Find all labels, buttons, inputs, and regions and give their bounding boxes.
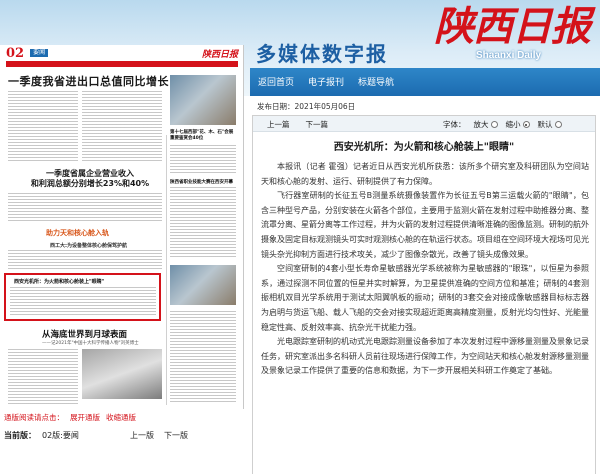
thumb-red-banner (6, 61, 238, 67)
article-nav: 上一篇 下一篇 (267, 119, 328, 130)
site-title: 多媒体数字报 (256, 42, 388, 66)
thumb-headline-bottom[interactable]: 从海底世界到月球表面 (42, 328, 127, 340)
current-page-value: 02版:要闻 (42, 431, 79, 440)
full-page-controls: 通版阅读请点击： 展开通版 收缩通版 (4, 412, 136, 423)
thumb-text-block (8, 91, 78, 161)
article-paragraph: 空间室研制的4套小型长寿命星敏感器光学系统被称为星敏感器的"眼珠"，以恒星为参照… (261, 264, 589, 332)
font-larger-radio[interactable] (490, 121, 498, 128)
nav-epaper-link[interactable]: 电子报刊 (308, 74, 358, 92)
article-panel: 上一篇 下一篇 字体： 放大 缩小 默认 西安光机所：为火箭和核心舱装上"眼睛"… (252, 115, 596, 474)
font-default-radio[interactable] (554, 121, 562, 128)
font-size-label: 字体： (443, 120, 466, 129)
nav-home-link[interactable]: 返回首页 (258, 74, 308, 92)
newspaper-logo[interactable]: 陕西日报 Shaanxi Daily (428, 4, 596, 62)
article-paragraph: 飞行器室研制的长征五号B测量系统摄像装置作为长征五号B第三运载火箭的"眼睛"，包… (261, 191, 589, 259)
page-nav: 上一版 下一版 (130, 430, 188, 441)
thumb-text-block (8, 349, 78, 405)
thumb-text-block (10, 287, 156, 317)
thumb-text-block (170, 145, 236, 173)
prev-article-link[interactable]: 上一篇 (267, 119, 290, 130)
thumb-photo (82, 349, 162, 399)
logo-chinese: 陕西日报 (434, 3, 591, 50)
thumb-side-title[interactable]: 陕西省职业技能大赛在西安开幕 (170, 179, 233, 185)
current-page-info: 当前版： 02版:要闻 (4, 430, 79, 441)
article-paragraph: 光电跟踪室研制的机动式光电跟踪测量设备参加了本次发射过程中源移量测量及景象记录任… (261, 337, 589, 376)
publish-date: 发布日期：2021年05月06日 (257, 101, 355, 112)
thumb-feature-title[interactable]: 助力天和核心舱入轨 (46, 228, 109, 238)
article-toolbar: 上一篇 下一篇 字体： 放大 缩小 默认 (253, 116, 595, 132)
expand-page-link[interactable]: 展开通版 (70, 412, 100, 423)
thumb-text-block (170, 187, 236, 257)
thumb-column-rule (166, 135, 167, 405)
thumb-photo (170, 265, 236, 305)
collapse-page-link[interactable]: 收缩通版 (106, 412, 136, 423)
font-option-smaller-label: 缩小 (505, 120, 521, 129)
next-page-link[interactable]: 下一版 (164, 430, 188, 441)
next-article-link[interactable]: 下一篇 (306, 119, 329, 130)
thumb-logo: 陕西日报 (201, 49, 238, 60)
font-option-default[interactable]: 默认 (538, 119, 562, 130)
article-body: 本报讯（记者 霍强）记者近日从西安光机所获悉：该所多个研究室及科研团队为空间站天… (261, 160, 589, 379)
logo-english: Shaanxi Daily (476, 50, 542, 61)
thumb-headline-sub[interactable]: 一季度省属企业营业收入 和利润总额分别增长23%和40% (20, 169, 160, 189)
nav-title-nav-link[interactable]: 标题导航 (358, 74, 408, 92)
current-page-label: 当前版： (4, 431, 36, 440)
full-page-label: 通版阅读请点击： (4, 413, 64, 422)
thumb-text-block (8, 193, 162, 223)
font-size-control: 字体： 放大 缩小 默认 (443, 119, 562, 130)
font-option-smaller[interactable]: 缩小 (506, 119, 530, 130)
thumb-section-label: 要闻 (30, 49, 49, 57)
main-nav: 返回首页 电子报刊 标题导航 (258, 74, 408, 92)
thumb-feature-sub: 西工大:为设备整体核心舱保驾护航 (50, 243, 128, 249)
prev-page-link[interactable]: 上一版 (130, 430, 154, 441)
thumb-text-block (82, 91, 162, 161)
page-thumbnail[interactable]: 02 要闻 陕西日报 一季度我省进出口总值同比增长13.4% 第十七届西部"花、… (0, 45, 244, 409)
publish-date-value: 2021年05月06日 (294, 102, 356, 111)
article-paragraph: 本报讯（记者 霍强）记者近日从西安光机所获悉：该所多个研究室及科研团队为空间站天… (261, 162, 589, 186)
thumb-highlight-title[interactable]: 西安光机所：为火箭和核心舱装上"眼睛" (14, 278, 104, 285)
thumb-page-number: 02 (6, 45, 25, 61)
thumb-headline-bottom-sub: ——记2021年"中国十大科学传播人物"刘英博士 (42, 341, 139, 346)
thumb-photo (170, 75, 236, 125)
font-smaller-radio[interactable] (522, 121, 530, 128)
publish-date-label: 发布日期： (257, 102, 295, 111)
thumb-text-block (8, 250, 162, 270)
thumb-side-title[interactable]: 第十七届西部"花、木、石"会展 重要鉴赏会40位 (170, 129, 233, 141)
thumb-text-block (170, 311, 236, 403)
font-option-default-label: 默认 (537, 120, 553, 129)
font-option-larger[interactable]: 放大 (474, 119, 498, 130)
font-option-larger-label: 放大 (473, 120, 489, 129)
thumb-masthead: 02 要闻 陕西日报 (6, 45, 238, 61)
article-title: 西安光机所：为火箭和核心舱装上"眼睛" (333, 142, 515, 153)
